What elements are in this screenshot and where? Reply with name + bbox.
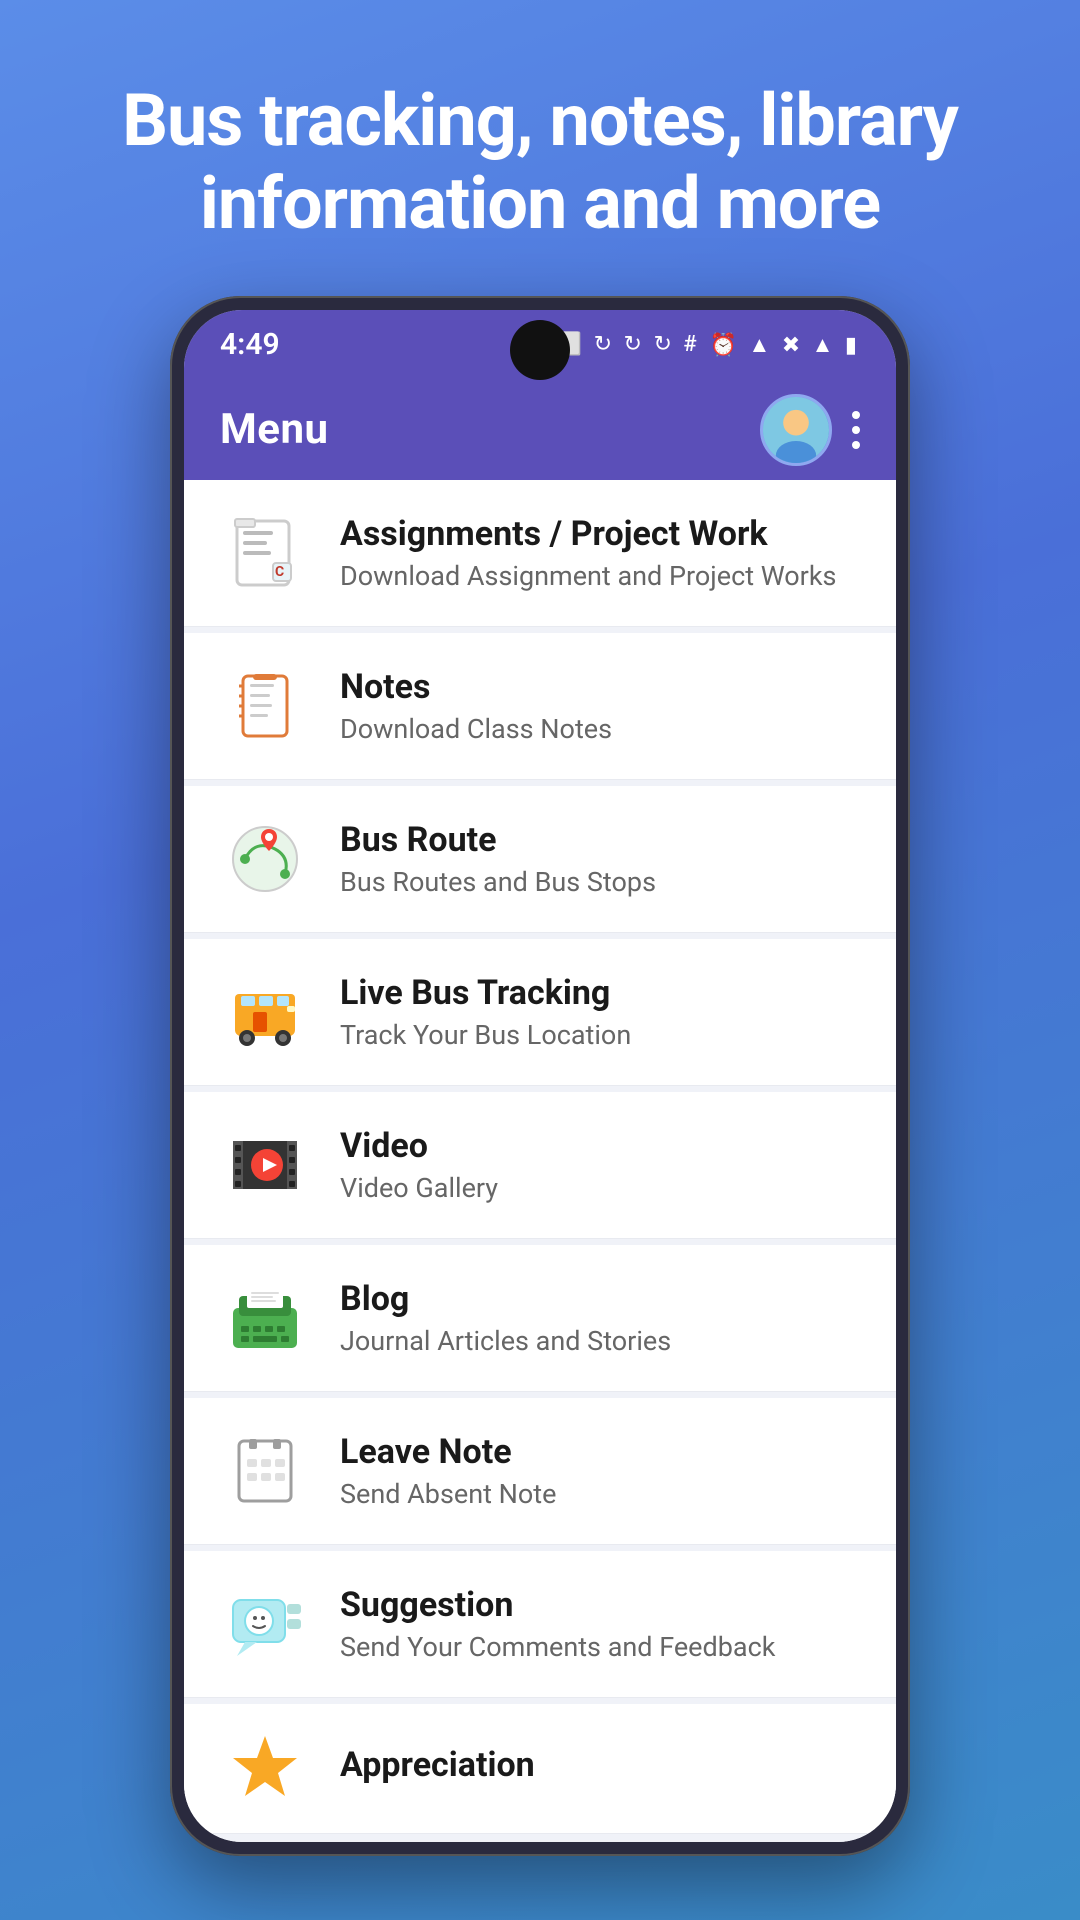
notes-text: Notes Download Class Notes [340, 667, 860, 745]
menu-item-leave-note[interactable]: Leave Note Send Absent Note [184, 1398, 896, 1545]
video-text: Video Video Gallery [340, 1126, 860, 1204]
assignments-subtitle: Download Assignment and Project Works [340, 560, 860, 592]
app-bar-title: Menu [220, 405, 329, 454]
menu-item-notes[interactable]: Notes Download Class Notes [184, 633, 896, 780]
video-subtitle: Video Gallery [340, 1172, 860, 1204]
status-icons: ⬜ ↻ ↻ ↻ # ⏰ ▲ ✖ ▲ ▮ [555, 332, 860, 358]
menu-item-appreciation[interactable]: Appreciation [184, 1704, 896, 1834]
assignments-title: Assignments / Project Work [340, 514, 860, 554]
bus-route-subtitle: Bus Routes and Bus Stops [340, 866, 860, 898]
user-avatar[interactable] [760, 394, 832, 466]
video-title: Video [340, 1126, 860, 1166]
svg-text:C: C [275, 564, 284, 580]
bus-route-text: Bus Route Bus Routes and Bus Stops [340, 820, 860, 898]
menu-item-bus-route[interactable]: Bus Route Bus Routes and Bus Stops [184, 786, 896, 933]
live-bus-subtitle: Track Your Bus Location [340, 1019, 860, 1051]
assignments-text: Assignments / Project Work Download Assi… [340, 514, 860, 592]
suggestion-text: Suggestion Send Your Comments and Feedba… [340, 1585, 860, 1663]
video-icon [220, 1120, 310, 1210]
blog-text: Blog Journal Articles and Stories [340, 1279, 860, 1357]
dot-3 [852, 441, 860, 449]
menu-item-live-bus[interactable]: Live Bus Tracking Track Your Bus Locatio… [184, 939, 896, 1086]
system-icons: ⏰ ▲ ✖ ▲ ▮ [710, 332, 860, 358]
camera-notch [510, 320, 570, 380]
status-time: 4:49 [220, 327, 280, 362]
menu-item-blog[interactable]: Blog Journal Articles and Stories [184, 1245, 896, 1392]
blog-icon [220, 1273, 310, 1363]
hero-section: Bus tracking, notes, library information… [0, 0, 1080, 296]
dot-2 [852, 426, 860, 434]
phone-frame: 4:49 ⬜ ↻ ↻ ↻ # ⏰ ▲ ✖ ▲ ▮ Menu [170, 296, 910, 1856]
leave-note-subtitle: Send Absent Note [340, 1478, 860, 1510]
notes-title: Notes [340, 667, 860, 707]
live-bus-text: Live Bus Tracking Track Your Bus Locatio… [340, 973, 860, 1051]
bus-route-title: Bus Route [340, 820, 860, 860]
suggestion-subtitle: Send Your Comments and Feedback [340, 1631, 860, 1663]
leave-note-icon [220, 1426, 310, 1516]
notes-subtitle: Download Class Notes [340, 713, 860, 745]
appreciation-title: Appreciation [340, 1745, 860, 1785]
leave-note-text: Leave Note Send Absent Note [340, 1432, 860, 1510]
live-bus-title: Live Bus Tracking [340, 973, 860, 1013]
menu-item-video[interactable]: Video Video Gallery [184, 1092, 896, 1239]
app-bar-actions [760, 394, 860, 466]
menu-item-suggestion[interactable]: Suggestion Send Your Comments and Feedba… [184, 1551, 896, 1698]
assignments-icon: C [220, 508, 310, 598]
appreciation-text: Appreciation [340, 1745, 860, 1791]
app-bar: Menu [184, 380, 896, 480]
menu-item-assignments[interactable]: C Assignments / Project Work Download As… [184, 480, 896, 627]
live-bus-tracking-icon [220, 967, 310, 1057]
phone-screen: 4:49 ⬜ ↻ ↻ ↻ # ⏰ ▲ ✖ ▲ ▮ Menu [184, 310, 896, 1842]
blog-title: Blog [340, 1279, 860, 1319]
hero-text: Bus tracking, notes, library information… [0, 0, 1080, 296]
suggestion-icon [220, 1579, 310, 1669]
dot-1 [852, 411, 860, 419]
notes-icon [220, 661, 310, 751]
suggestion-title: Suggestion [340, 1585, 860, 1625]
more-options-button[interactable] [852, 411, 860, 449]
appreciation-icon [220, 1723, 310, 1813]
blog-subtitle: Journal Articles and Stories [340, 1325, 860, 1357]
leave-note-title: Leave Note [340, 1432, 860, 1472]
menu-list: C Assignments / Project Work Download As… [184, 480, 896, 1842]
notification-icons: ⬜ ↻ ↻ ↻ # [555, 332, 700, 357]
bus-route-icon [220, 814, 310, 904]
